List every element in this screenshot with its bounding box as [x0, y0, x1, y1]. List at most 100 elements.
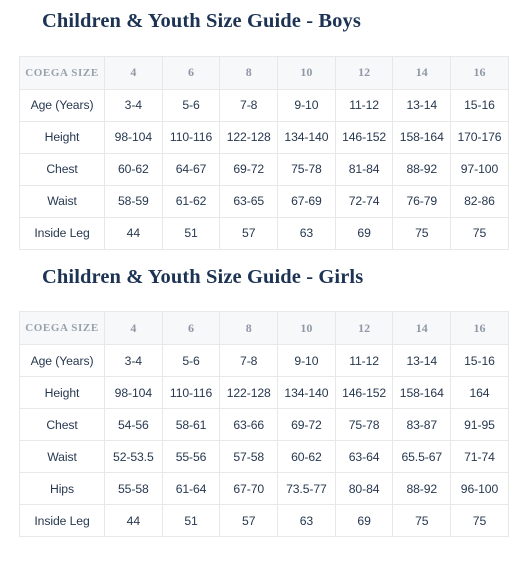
header-row: COEGA SIZE 4 6 8 10 12 14 16 — [19, 55, 509, 90]
table-cell: 122-128 — [219, 376, 279, 409]
table-head-boys: COEGA SIZE 4 6 8 10 12 14 16 — [19, 55, 509, 90]
table-cell: 80-84 — [334, 472, 394, 505]
column-header-size: 10 — [277, 55, 336, 90]
table-cell: 164 — [450, 376, 509, 409]
table-cell: 97-100 — [450, 152, 509, 186]
table-cell: 61-64 — [161, 472, 221, 505]
table-cell: 51 — [161, 216, 221, 250]
table-cell: 58-59 — [104, 184, 163, 218]
table-cell: 60-62 — [104, 152, 163, 186]
table-row: Height 98-104 110-116 122-128 134-140 14… — [19, 120, 509, 154]
table-cell: 72-74 — [334, 184, 394, 218]
table-cell: 60-62 — [277, 440, 336, 473]
table-cell: 55-58 — [104, 472, 163, 505]
row-label: Inside Leg — [19, 216, 105, 250]
table-cell: 67-70 — [219, 472, 279, 505]
table-cell: 61-62 — [161, 184, 221, 218]
column-header-size: 12 — [334, 311, 394, 345]
table-cell: 67-69 — [277, 184, 336, 218]
table-cell: 81-84 — [334, 152, 394, 186]
column-header-size: 8 — [219, 55, 279, 90]
page-title-boys: Children & Youth Size Guide - Boys — [42, 10, 361, 32]
table-cell: 75 — [450, 216, 509, 250]
table-cell: 146-152 — [334, 120, 394, 154]
column-header-size: 6 — [161, 55, 221, 90]
column-header-size: 14 — [392, 55, 452, 90]
table-cell: 13-14 — [392, 88, 452, 122]
table-cell: 110-116 — [161, 376, 221, 409]
table-cell: 158-164 — [392, 376, 452, 409]
table-row: Waist 52-53.5 55-56 57-58 60-62 63-64 65… — [19, 440, 509, 473]
table-cell: 98-104 — [104, 120, 163, 154]
table-cell: 69-72 — [219, 152, 279, 186]
column-header-size: 6 — [161, 311, 221, 345]
table-cell: 146-152 — [334, 376, 394, 409]
table-cell: 69-72 — [277, 408, 336, 441]
size-guide-boys: Children & Youth Size Guide - Boys COEGA… — [0, 0, 527, 250]
table-cell: 88-92 — [392, 472, 452, 505]
table-row: Chest 60-62 64-67 69-72 75-78 81-84 88-9… — [19, 152, 509, 186]
table-cell: 75 — [450, 504, 509, 537]
table-cell: 44 — [104, 504, 163, 537]
table-row: Age (Years) 3-4 5-6 7-8 9-10 11-12 13-14… — [19, 88, 509, 122]
table-cell: 63-66 — [219, 408, 279, 441]
table-cell: 52-53.5 — [104, 440, 163, 473]
table-cell: 75-78 — [334, 408, 394, 441]
table-cell: 7-8 — [219, 88, 279, 122]
table-cell: 122-128 — [219, 120, 279, 154]
table-row: Chest 54-56 58-61 63-66 69-72 75-78 83-8… — [19, 408, 509, 441]
table-cell: 57 — [219, 216, 279, 250]
row-label: Height — [19, 120, 105, 154]
table-cell: 134-140 — [277, 376, 336, 409]
table-cell: 54-56 — [104, 408, 163, 441]
header-row: COEGA SIZE 4 6 8 10 12 14 16 — [19, 311, 509, 345]
column-header-coega-size: COEGA SIZE — [19, 55, 105, 90]
table-cell: 5-6 — [161, 344, 221, 377]
table-cell: 76-79 — [392, 184, 452, 218]
table-cell: 75-78 — [277, 152, 336, 186]
table-cell: 71-74 — [450, 440, 509, 473]
row-label: Age (Years) — [19, 344, 105, 377]
table-cell: 7-8 — [219, 344, 279, 377]
column-header-size: 14 — [392, 311, 452, 345]
table-cell: 110-116 — [161, 120, 221, 154]
table-cell: 15-16 — [450, 88, 509, 122]
row-label: Height — [19, 376, 105, 409]
table-cell: 75 — [392, 216, 452, 250]
size-table-girls: COEGA SIZE 4 6 8 10 12 14 16 Age (Years)… — [19, 311, 509, 537]
table-cell: 96-100 — [450, 472, 509, 505]
table-cell: 83-87 — [392, 408, 452, 441]
table-cell: 15-16 — [450, 344, 509, 377]
table-cell: 98-104 — [104, 376, 163, 409]
table-cell: 44 — [104, 216, 163, 250]
table-cell: 170-176 — [450, 120, 509, 154]
column-header-size: 10 — [277, 311, 336, 345]
row-label: Chest — [19, 152, 105, 186]
table-cell: 69 — [334, 216, 394, 250]
table-cell: 3-4 — [104, 88, 163, 122]
column-header-size: 4 — [104, 55, 163, 90]
table-cell: 58-61 — [161, 408, 221, 441]
table-cell: 158-164 — [392, 120, 452, 154]
table-cell: 57 — [219, 504, 279, 537]
table-row: Inside Leg 44 51 57 63 69 75 75 — [19, 216, 509, 250]
table-cell: 5-6 — [161, 88, 221, 122]
table-cell: 64-67 — [161, 152, 221, 186]
row-label: Waist — [19, 184, 105, 218]
row-label: Hips — [19, 472, 105, 505]
table-cell: 82-86 — [450, 184, 509, 218]
page-title-girls: Children & Youth Size Guide - Girls — [42, 265, 364, 288]
size-guide-page: Children & Youth Size Guide - Boys COEGA… — [0, 0, 527, 565]
row-label: Age (Years) — [19, 88, 105, 122]
column-header-size: 4 — [104, 311, 163, 345]
table-cell: 65.5-67 — [392, 440, 452, 473]
table-wrap-boys: COEGA SIZE 4 6 8 10 12 14 16 Age (Years)… — [0, 55, 527, 250]
size-guide-girls: Children & Youth Size Guide - Girls COEG… — [0, 250, 527, 537]
table-cell: 11-12 — [334, 344, 394, 377]
table-cell: 73.5-77 — [277, 472, 336, 505]
table-cell: 11-12 — [334, 88, 394, 122]
table-cell: 51 — [161, 504, 221, 537]
column-header-size: 8 — [219, 311, 279, 345]
column-header-size: 12 — [334, 55, 394, 90]
table-cell: 134-140 — [277, 120, 336, 154]
